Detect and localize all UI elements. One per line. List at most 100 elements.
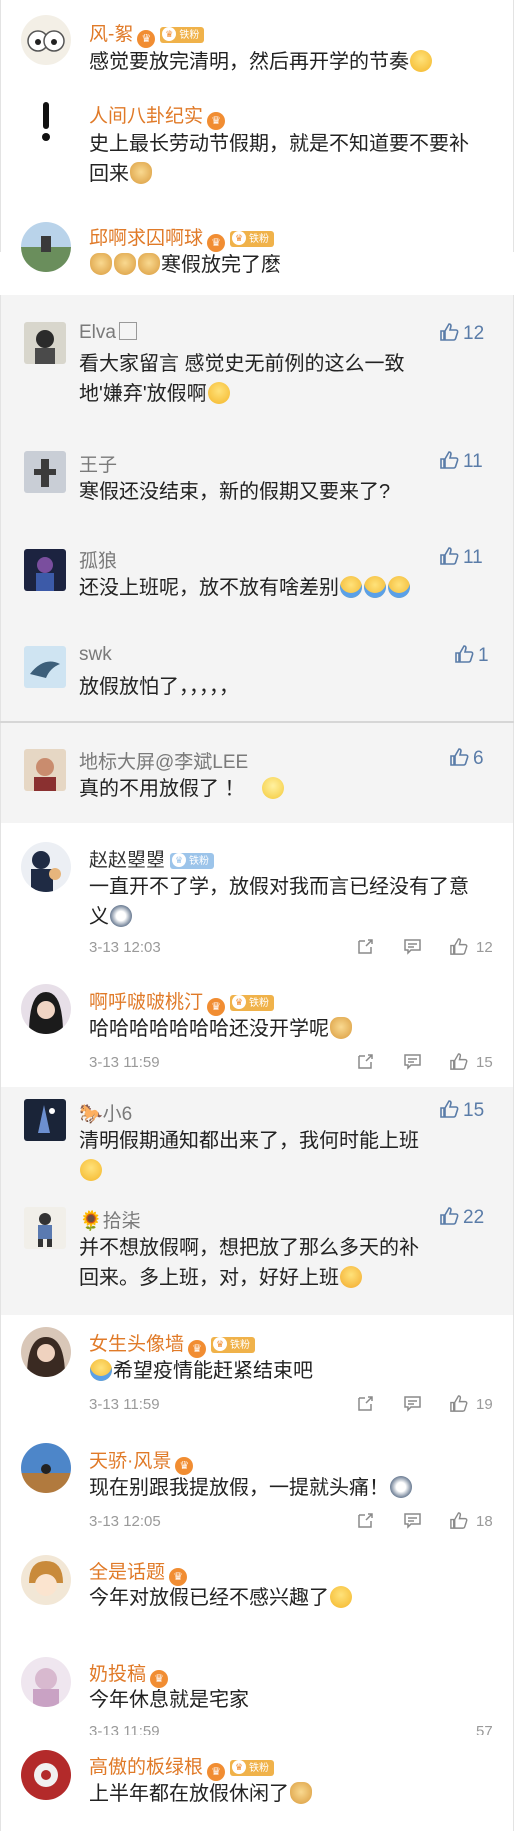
avatar[interactable] <box>24 646 66 688</box>
share-icon[interactable] <box>356 1394 375 1413</box>
husky-emoji-icon <box>390 1476 412 1498</box>
comment-icon[interactable] <box>403 1394 422 1413</box>
avatar[interactable] <box>21 96 71 146</box>
username[interactable]: swk <box>79 644 112 666</box>
username[interactable]: 啊呼啵啵桃汀 ♛ ♛ 铁粉 <box>89 987 275 1016</box>
fan-badge: ♛ 铁粉 <box>170 853 215 869</box>
timestamp: 3-13 12:03 <box>89 939 161 956</box>
thumb-up-icon <box>455 645 474 663</box>
comment-text: 还没上班呢，放不放有啥差别 <box>79 573 411 603</box>
laugh-emoji-icon <box>80 1159 102 1181</box>
avatar[interactable] <box>24 1099 66 1141</box>
thumb-up-icon <box>440 1207 459 1225</box>
username[interactable]: 高傲的板绿根 ♛ ♛ 铁粉 <box>89 1752 275 1781</box>
doge-emoji-icon <box>290 1782 312 1804</box>
comment-text: 现在别跟我提放假，一提就头痛！ <box>89 1473 413 1503</box>
avatar[interactable] <box>21 984 71 1034</box>
reply-thread <box>0 723 514 823</box>
username[interactable]: 全是话题 ♛ <box>89 1557 188 1586</box>
laugh-emoji-icon <box>410 50 432 72</box>
laugh-cry-emoji-icon <box>330 1586 352 1608</box>
doge-emoji-icon <box>330 1017 352 1039</box>
timestamp: 3-13 11:59 <box>89 1723 160 1735</box>
username[interactable]: 孤狼 <box>79 546 117 573</box>
avatar[interactable] <box>21 1750 71 1800</box>
thumb-up-icon[interactable] <box>449 1511 468 1530</box>
like-count: 19 <box>476 1396 493 1413</box>
share-icon[interactable] <box>356 1511 375 1530</box>
username[interactable]: 王子 <box>79 450 117 477</box>
avatar[interactable] <box>21 1327 71 1377</box>
like-button[interactable]: 11 <box>439 546 483 569</box>
doge-emoji-icon <box>138 253 160 275</box>
cry-emoji-icon <box>90 1359 112 1381</box>
doge-emoji-icon <box>114 253 136 275</box>
avatar[interactable] <box>21 222 71 272</box>
thumb-up-icon <box>440 1100 459 1118</box>
comment-text: 并不想放假啊，想把放了那么多天的补 回来。多上班，对，好好上班 <box>79 1237 419 1289</box>
comment-icon[interactable] <box>403 937 422 956</box>
avatar[interactable] <box>24 549 66 591</box>
laugh-cry-emoji-icon <box>207 382 230 404</box>
comment-block-mid <box>0 823 514 1087</box>
like-count: 57 <box>476 1723 493 1735</box>
thumb-up-icon[interactable] <box>449 937 468 956</box>
like-button[interactable]: 6 <box>449 747 484 770</box>
fan-badge: ♛ 铁粉 <box>211 1337 256 1353</box>
thumb-up-icon <box>440 323 459 341</box>
fan-badge: ♛ 铁粉 <box>230 1760 275 1776</box>
like-button[interactable]: 1 <box>454 644 489 667</box>
thumb-up-icon[interactable] <box>449 1052 468 1071</box>
avatar[interactable] <box>21 1555 71 1605</box>
thumb-up-icon[interactable] <box>449 1394 468 1413</box>
wink-emoji-icon <box>340 1266 362 1288</box>
like-button[interactable]: 22 <box>439 1206 484 1229</box>
comment-text: 真的不用放假了 ！ <box>79 774 285 804</box>
cry-emoji-icon <box>388 576 410 598</box>
username[interactable]: 天骄·风景 ♛ <box>89 1446 194 1475</box>
share-icon[interactable] <box>356 1052 375 1071</box>
username[interactable]: Elva <box>79 322 137 344</box>
comment-text: 哈哈哈哈哈哈哈还没开学呢 <box>89 1014 353 1044</box>
username[interactable]: 🐎小6 <box>79 1099 132 1126</box>
comment-block-top <box>0 0 514 252</box>
avatar[interactable] <box>21 1443 71 1493</box>
cry-emoji-icon <box>340 576 362 598</box>
thinking-emoji-icon <box>262 777 285 799</box>
comment-feed: 风-絮 ♛ ♛ 铁粉 感觉要放完清明，然后再开学的节奏 人间八卦纪实 ♛ 史上最长劳动节… <box>0 0 514 1831</box>
timestamp: 3-13 11:59 <box>89 1054 160 1071</box>
avatar[interactable] <box>24 451 66 493</box>
username[interactable]: 人间八卦纪实 ♛ <box>89 101 226 130</box>
share-icon[interactable] <box>356 937 375 956</box>
thumb-up-icon <box>450 748 469 766</box>
username[interactable]: 邱啊求囚啊球 ♛ ♛ 铁粉 <box>89 223 275 252</box>
username[interactable]: 奶投稿 ♛ <box>89 1659 169 1688</box>
like-button[interactable]: 15 <box>439 1099 484 1122</box>
username[interactable]: 风-絮 ♛ ♛ 铁粉 <box>89 19 205 48</box>
avatar[interactable] <box>21 842 71 892</box>
comment-icon[interactable] <box>403 1052 422 1071</box>
comment-text: 寒假放完了麽 <box>89 250 281 280</box>
like-button[interactable]: 11 <box>439 450 483 473</box>
timestamp: 3-13 11:59 <box>89 1396 160 1413</box>
like-button[interactable]: 12 <box>439 322 484 345</box>
like-count: 15 <box>476 1054 493 1071</box>
username[interactable]: 地标大屏@李斌LEE <box>79 747 248 774</box>
thumb-up-icon <box>440 451 459 469</box>
comment-icon[interactable] <box>403 1511 422 1530</box>
avatar[interactable] <box>21 15 71 65</box>
fan-badge: ♛ 铁粉 <box>230 995 275 1011</box>
avatar[interactable] <box>24 322 66 364</box>
husky-emoji-icon <box>110 905 132 927</box>
comment-text: 上半年都在放假休闲了 <box>89 1779 313 1809</box>
avatar[interactable] <box>21 1657 71 1707</box>
username[interactable]: 🌻拾柒 <box>79 1206 141 1233</box>
username[interactable]: 赵赵曌曌 ♛ 铁粉 <box>89 845 215 872</box>
comment-text: 看大家留言 感觉史无前例的这么一致 地'嫌弃'放假啊 <box>79 353 405 405</box>
avatar[interactable] <box>24 749 66 791</box>
username[interactable]: 女生头像墙 ♛ ♛ 铁粉 <box>89 1329 256 1358</box>
cut-off-meta-row: 3-13 11:59 57 <box>80 1721 514 1735</box>
comment-text: 希望疫情能赶紧结束吧 <box>89 1356 313 1386</box>
avatar[interactable] <box>24 1207 66 1249</box>
fan-badge: ♛ 铁粉 <box>160 27 205 43</box>
